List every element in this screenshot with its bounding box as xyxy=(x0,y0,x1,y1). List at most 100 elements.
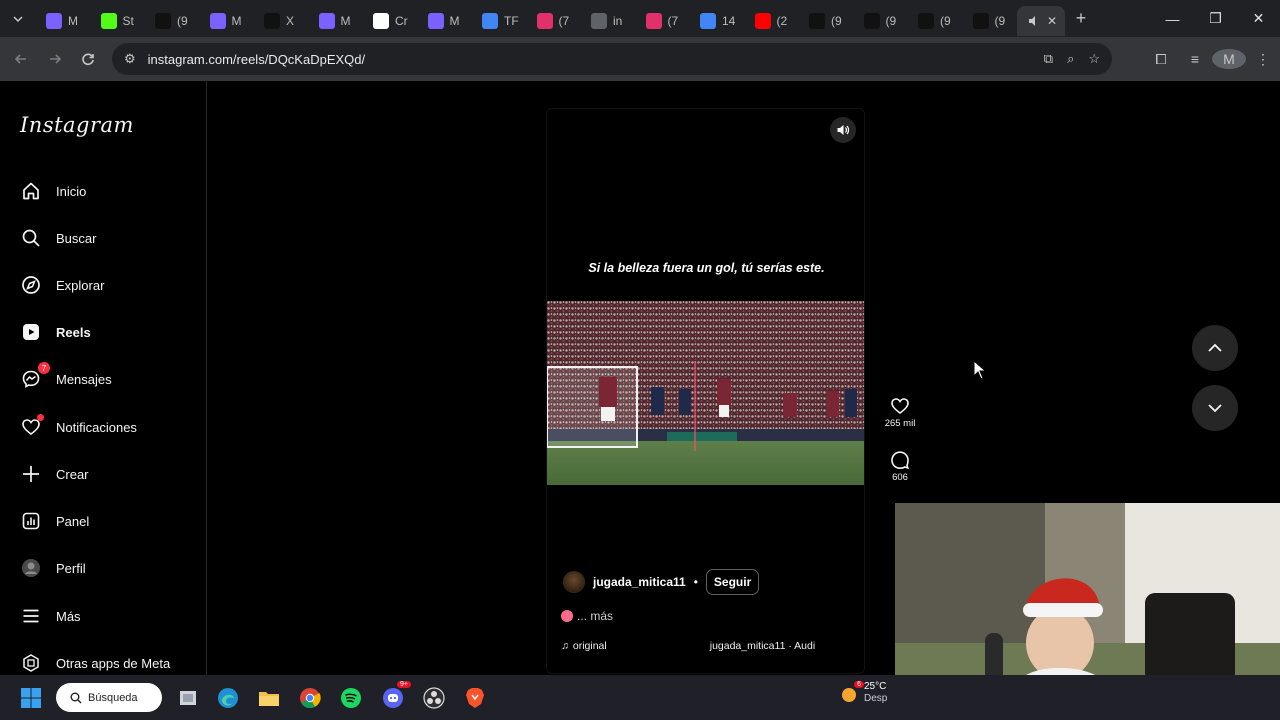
reel-video-frame[interactable] xyxy=(547,301,864,485)
browser-tab[interactable]: (7 xyxy=(636,6,691,36)
tab-title: (9 xyxy=(994,13,1006,28)
reload-button[interactable] xyxy=(71,42,105,76)
comment-icon xyxy=(891,451,910,470)
weather-widget[interactable]: 6 25°C Desp xyxy=(840,681,887,705)
folder-icon xyxy=(259,692,279,706)
address-bar[interactable]: ⚙ instagram.com/reels/DQcKaDpEXQd/ ⧉ ⌕ ☆ xyxy=(112,43,1112,75)
sidebar-item-mas[interactable]: Más xyxy=(20,600,81,632)
discord-button[interactable]: 9+ xyxy=(379,681,411,712)
tab-title: (9 xyxy=(885,13,897,28)
close-tab-icon[interactable]: ✕ xyxy=(1047,14,1057,28)
tab-title: (9 xyxy=(831,13,842,28)
taskbar-search[interactable]: Búsqueda xyxy=(56,683,162,712)
sidebar-item-crear[interactable]: Crear xyxy=(20,458,89,490)
url-text: instagram.com/reels/DQcKaDpEXQd/ xyxy=(147,51,366,67)
browser-tab[interactable]: (9 xyxy=(145,6,200,36)
author-username[interactable]: jugada_mitica11 xyxy=(593,575,686,589)
sidebar-item-label: Notificaciones xyxy=(56,419,137,435)
reel-audio[interactable]: ♫ original jugada_mitica11 · Audi xyxy=(561,640,851,652)
sidebar-item-label: Panel xyxy=(56,513,90,529)
sidebar-item-explorar[interactable]: Explorar xyxy=(20,269,104,301)
sidebar-item-panel[interactable]: Panel xyxy=(20,505,89,537)
reel-description[interactable]: ... más xyxy=(561,609,613,623)
spotify-button[interactable] xyxy=(337,684,365,712)
previous-reel-button[interactable] xyxy=(1192,325,1238,371)
browser-tab[interactable]: M xyxy=(36,6,91,36)
tab-favicon-icon xyxy=(155,12,171,29)
site-info-icon[interactable]: ⚙ xyxy=(124,51,136,67)
sidebar-item-notificaciones[interactable]: Notificaciones xyxy=(20,411,137,443)
sidebar-item-reels[interactable]: Reels xyxy=(20,316,91,348)
chevron-up-icon xyxy=(1208,343,1222,352)
more-link[interactable]: ... más xyxy=(577,609,613,623)
browser-tab[interactable]: (9 xyxy=(963,6,1018,36)
tab-title: M xyxy=(231,13,242,28)
edge-button[interactable] xyxy=(214,684,242,712)
sidebar-item-mensajes[interactable]: 7 Mensajes xyxy=(20,362,112,395)
browser-tab[interactable]: (9 xyxy=(854,6,909,36)
zoom-icon[interactable]: ⌕ xyxy=(1067,51,1074,67)
sidebar-item-buscar[interactable]: Buscar xyxy=(20,222,96,254)
back-button[interactable] xyxy=(4,42,38,76)
browser-tab[interactable]: (7 xyxy=(527,6,582,36)
reel-author: jugada_mitica11 • Seguir xyxy=(563,569,760,595)
tab-active[interactable]: ✕ xyxy=(1017,5,1065,36)
extensions-icon[interactable]: ⧠ xyxy=(1144,51,1178,68)
tab-title: 14 xyxy=(722,13,736,28)
profile-button[interactable]: M xyxy=(1212,49,1246,69)
browser-tab[interactable]: St xyxy=(91,6,146,36)
tab-title: (9 xyxy=(940,13,951,28)
start-button[interactable] xyxy=(17,684,45,712)
author-avatar[interactable] xyxy=(563,571,585,593)
browser-tab[interactable]: (9 xyxy=(908,6,963,36)
audio-source: jugada_mitica11 · Audi xyxy=(709,640,816,652)
browser-tab[interactable]: Cr xyxy=(363,6,418,36)
volume-icon xyxy=(837,125,850,135)
browser-tab[interactable]: M xyxy=(200,6,255,36)
tab-favicon-icon xyxy=(591,12,607,29)
tab-favicon-icon xyxy=(209,12,226,29)
notification-dot xyxy=(37,414,44,421)
bookmark-star-icon[interactable]: ☆ xyxy=(1088,51,1100,67)
task-view-button[interactable] xyxy=(174,684,202,712)
taskbar-search-label: Búsqueda xyxy=(88,691,138,704)
tab-title: (7 xyxy=(558,13,570,28)
install-app-icon[interactable]: ⧉ xyxy=(1044,51,1053,67)
restore-button[interactable]: ❐ xyxy=(1194,0,1237,37)
obs-button[interactable] xyxy=(420,684,448,712)
tab-title: X xyxy=(286,13,295,28)
media-control-icon[interactable]: ≡ xyxy=(1178,51,1212,67)
mute-button[interactable] xyxy=(830,117,856,143)
browser-tab[interactable]: TF xyxy=(472,6,527,36)
browser-tab[interactable]: (9 xyxy=(799,6,854,36)
sidebar-item-perfil[interactable]: Perfil xyxy=(20,552,86,584)
browser-tab[interactable]: M xyxy=(418,6,473,36)
chrome-menu-icon[interactable]: ⋮ xyxy=(1246,51,1280,68)
file-explorer-button[interactable] xyxy=(255,684,283,712)
tab-search-button[interactable] xyxy=(0,0,36,37)
instagram-logo[interactable]: Instagram xyxy=(20,113,134,137)
browser-tab[interactable]: M xyxy=(309,6,364,36)
profile-avatar: M xyxy=(1212,49,1246,69)
like-action[interactable]: 265 mil xyxy=(882,396,918,429)
sidebar-item-inicio[interactable]: Inicio xyxy=(20,175,86,207)
chrome-button[interactable] xyxy=(296,684,324,712)
minimize-button[interactable]: — xyxy=(1151,0,1194,37)
tab-favicon-icon xyxy=(264,12,280,29)
tab-favicon-icon xyxy=(645,12,662,29)
browser-tab[interactable]: X xyxy=(254,6,309,36)
reel-player[interactable]: Si la belleza fuera un gol, tú serías es… xyxy=(546,108,865,674)
close-window-button[interactable]: ✕ xyxy=(1237,0,1280,37)
browser-tab[interactable]: 14 xyxy=(690,6,745,36)
browser-tab[interactable]: (2 xyxy=(745,6,800,36)
new-tab-button[interactable]: + xyxy=(1065,8,1097,29)
brave-button[interactable] xyxy=(461,684,489,712)
tab-favicon-icon xyxy=(46,12,62,29)
like-count: 265 mil xyxy=(884,418,916,429)
browser-tab[interactable]: in xyxy=(581,6,636,36)
comment-action[interactable]: 606 xyxy=(882,450,918,483)
follow-button[interactable]: Seguir xyxy=(705,569,760,595)
window-controls: — ❐ ✕ xyxy=(1151,0,1280,37)
next-reel-button[interactable] xyxy=(1192,385,1238,431)
forward-button[interactable] xyxy=(38,42,72,76)
